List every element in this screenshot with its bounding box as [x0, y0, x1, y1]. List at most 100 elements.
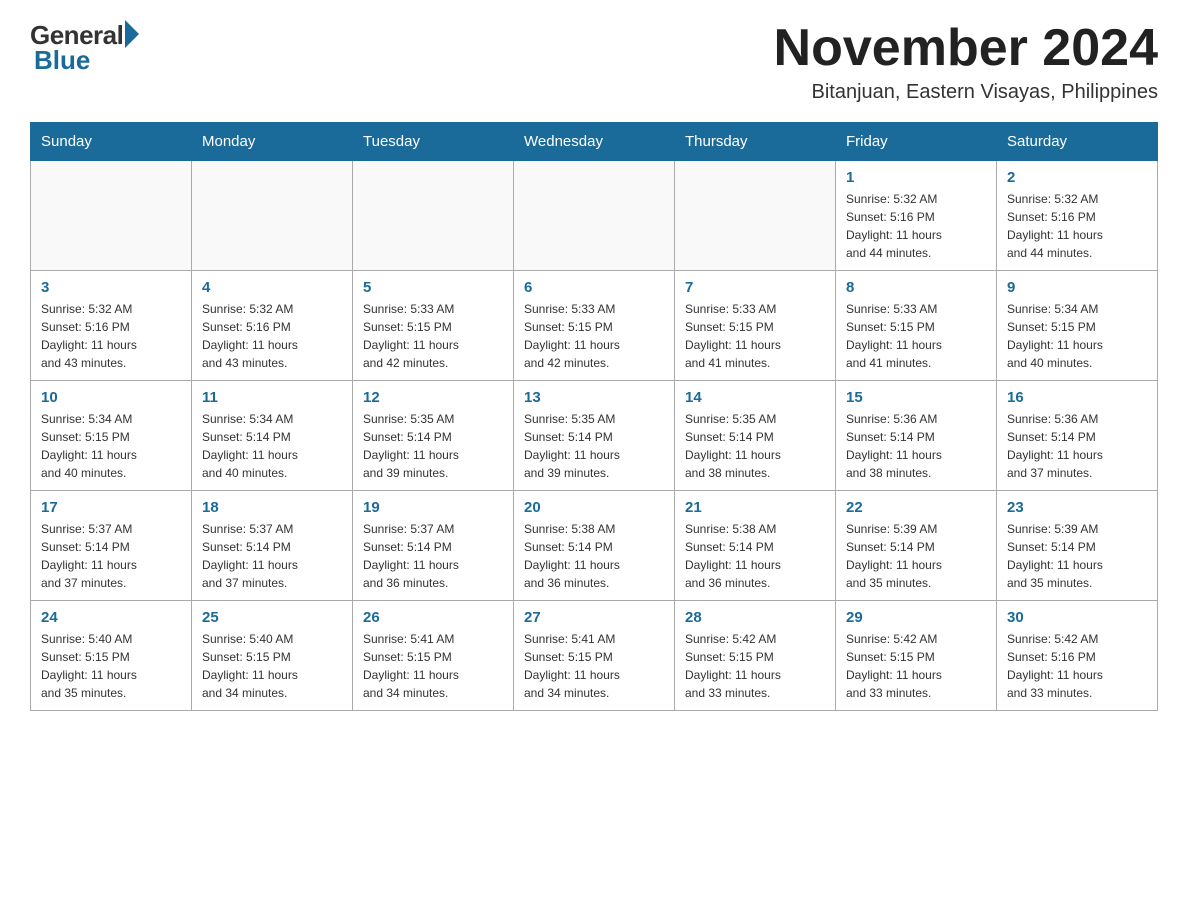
calendar-week-row: 10 Sunrise: 5:34 AMSunset: 5:15 PMDayligh…	[31, 381, 1158, 491]
header-cell-saturday: Saturday	[997, 123, 1158, 161]
day-info: Sunrise: 5:41 AMSunset: 5:15 PMDaylight:…	[524, 630, 664, 702]
day-number: 25	[202, 609, 342, 626]
calendar-week-row: 1 Sunrise: 5:32 AMSunset: 5:16 PMDaylight…	[31, 161, 1158, 271]
calendar-cell	[192, 161, 353, 271]
header-cell-monday: Monday	[192, 123, 353, 161]
calendar-cell: 16 Sunrise: 5:36 AMSunset: 5:14 PMDayligh…	[997, 381, 1158, 491]
day-number: 21	[685, 499, 825, 516]
logo: General Blue	[30, 20, 139, 76]
day-number: 3	[41, 279, 181, 296]
calendar-cell	[353, 161, 514, 271]
day-info: Sunrise: 5:32 AMSunset: 5:16 PMDaylight:…	[846, 190, 986, 262]
day-number: 4	[202, 279, 342, 296]
day-number: 16	[1007, 389, 1147, 406]
day-info: Sunrise: 5:36 AMSunset: 5:14 PMDaylight:…	[846, 410, 986, 482]
calendar-week-row: 3 Sunrise: 5:32 AMSunset: 5:16 PMDaylight…	[31, 271, 1158, 381]
calendar-cell: 30 Sunrise: 5:42 AMSunset: 5:16 PMDayligh…	[997, 601, 1158, 711]
day-info: Sunrise: 5:34 AMSunset: 5:15 PMDaylight:…	[1007, 300, 1147, 372]
day-info: Sunrise: 5:40 AMSunset: 5:15 PMDaylight:…	[202, 630, 342, 702]
day-number: 18	[202, 499, 342, 516]
calendar-cell: 27Sunrise: 5:41 AMSunset: 5:15 PMDayligh…	[514, 601, 675, 711]
calendar-cell: 19 Sunrise: 5:37 AMSunset: 5:14 PMDayligh…	[353, 491, 514, 601]
title-area: November 2024 Bitanjuan, Eastern Visayas…	[774, 20, 1158, 104]
day-info: Sunrise: 5:33 AMSunset: 5:15 PMDaylight:…	[524, 300, 664, 372]
day-info: Sunrise: 5:35 AMSunset: 5:14 PMDaylight:…	[524, 410, 664, 482]
calendar-cell: 18 Sunrise: 5:37 AMSunset: 5:14 PMDayligh…	[192, 491, 353, 601]
header-cell-tuesday: Tuesday	[353, 123, 514, 161]
calendar-cell	[675, 161, 836, 271]
day-number: 17	[41, 499, 181, 516]
day-number: 22	[846, 499, 986, 516]
day-info: Sunrise: 5:34 AMSunset: 5:15 PMDaylight:…	[41, 410, 181, 482]
day-info: Sunrise: 5:36 AMSunset: 5:14 PMDaylight:…	[1007, 410, 1147, 482]
calendar-table: SundayMondayTuesdayWednesdayThursdayFrid…	[30, 122, 1158, 711]
day-number: 7	[685, 279, 825, 296]
header-cell-friday: Friday	[836, 123, 997, 161]
header-cell-sunday: Sunday	[31, 123, 192, 161]
calendar-cell: 26 Sunrise: 5:41 AMSunset: 5:15 PMDayligh…	[353, 601, 514, 711]
day-info: Sunrise: 5:37 AMSunset: 5:14 PMDaylight:…	[202, 520, 342, 592]
day-info: Sunrise: 5:35 AMSunset: 5:14 PMDaylight:…	[685, 410, 825, 482]
day-number: 24	[41, 609, 181, 626]
day-number: 5	[363, 279, 503, 296]
calendar-cell: 9Sunrise: 5:34 AMSunset: 5:15 PMDaylight…	[997, 271, 1158, 381]
logo-triangle-icon	[125, 20, 139, 48]
calendar-cell: 12 Sunrise: 5:35 AMSunset: 5:14 PMDayligh…	[353, 381, 514, 491]
calendar-cell: 4 Sunrise: 5:32 AMSunset: 5:16 PMDaylight…	[192, 271, 353, 381]
calendar-week-row: 24 Sunrise: 5:40 AMSunset: 5:15 PMDayligh…	[31, 601, 1158, 711]
calendar-cell: 25 Sunrise: 5:40 AMSunset: 5:15 PMDayligh…	[192, 601, 353, 711]
day-info: Sunrise: 5:42 AMSunset: 5:15 PMDaylight:…	[846, 630, 986, 702]
calendar-cell: 24 Sunrise: 5:40 AMSunset: 5:15 PMDayligh…	[31, 601, 192, 711]
calendar-cell: 15 Sunrise: 5:36 AMSunset: 5:14 PMDayligh…	[836, 381, 997, 491]
month-title: November 2024	[774, 20, 1158, 77]
day-number: 6	[524, 279, 664, 296]
day-info: Sunrise: 5:32 AMSunset: 5:16 PMDaylight:…	[1007, 190, 1147, 262]
day-info: Sunrise: 5:37 AMSunset: 5:14 PMDaylight:…	[363, 520, 503, 592]
calendar-cell: 13 Sunrise: 5:35 AMSunset: 5:14 PMDayligh…	[514, 381, 675, 491]
calendar-cell: 14Sunrise: 5:35 AMSunset: 5:14 PMDayligh…	[675, 381, 836, 491]
day-number: 19	[363, 499, 503, 516]
calendar-cell: 7Sunrise: 5:33 AMSunset: 5:15 PMDaylight…	[675, 271, 836, 381]
day-info: Sunrise: 5:38 AMSunset: 5:14 PMDaylight:…	[685, 520, 825, 592]
day-info: Sunrise: 5:33 AMSunset: 5:15 PMDaylight:…	[363, 300, 503, 372]
day-info: Sunrise: 5:39 AMSunset: 5:14 PMDaylight:…	[1007, 520, 1147, 592]
day-number: 29	[846, 609, 986, 626]
calendar-cell: 1 Sunrise: 5:32 AMSunset: 5:16 PMDaylight…	[836, 161, 997, 271]
day-number: 11	[202, 389, 342, 406]
day-info: Sunrise: 5:39 AMSunset: 5:14 PMDaylight:…	[846, 520, 986, 592]
calendar-cell: 6 Sunrise: 5:33 AMSunset: 5:15 PMDaylight…	[514, 271, 675, 381]
calendar-cell: 17Sunrise: 5:37 AMSunset: 5:14 PMDayligh…	[31, 491, 192, 601]
day-number: 10	[41, 389, 181, 406]
day-info: Sunrise: 5:32 AMSunset: 5:16 PMDaylight:…	[202, 300, 342, 372]
calendar-week-row: 17 Sunrise: 5:37 AMSunset: 5:14 PMDayligh…	[31, 491, 1158, 601]
day-number: 30	[1007, 609, 1147, 626]
location-title: Bitanjuan, Eastern Visayas, Philippines	[774, 81, 1158, 104]
day-number: 15	[846, 389, 986, 406]
calendar-cell: 21 Sunrise: 5:38 AMSunset: 5:14 PMDayligh…	[675, 491, 836, 601]
calendar-cell: 11Sunrise: 5:34 AMSunset: 5:14 PMDayligh…	[192, 381, 353, 491]
day-info: Sunrise: 5:40 AMSunset: 5:15 PMDaylight:…	[41, 630, 181, 702]
day-number: 13	[524, 389, 664, 406]
calendar-header-row: SundayMondayTuesdayWednesdayThursdayFrid…	[31, 123, 1158, 161]
day-number: 23	[1007, 499, 1147, 516]
day-number: 2	[1007, 169, 1147, 186]
day-number: 8	[846, 279, 986, 296]
day-info: Sunrise: 5:38 AMSunset: 5:14 PMDaylight:…	[524, 520, 664, 592]
calendar-cell	[514, 161, 675, 271]
day-info: Sunrise: 5:42 AMSunset: 5:15 PMDaylight:…	[685, 630, 825, 702]
day-number: 26	[363, 609, 503, 626]
calendar-cell: 28 Sunrise: 5:42 AMSunset: 5:15 PMDayligh…	[675, 601, 836, 711]
header-cell-wednesday: Wednesday	[514, 123, 675, 161]
calendar-cell	[31, 161, 192, 271]
header-cell-thursday: Thursday	[675, 123, 836, 161]
day-number: 1	[846, 169, 986, 186]
day-info: Sunrise: 5:42 AMSunset: 5:16 PMDaylight:…	[1007, 630, 1147, 702]
calendar-cell: 8Sunrise: 5:33 AMSunset: 5:15 PMDaylight…	[836, 271, 997, 381]
calendar-cell: 5 Sunrise: 5:33 AMSunset: 5:15 PMDaylight…	[353, 271, 514, 381]
day-number: 28	[685, 609, 825, 626]
day-info: Sunrise: 5:35 AMSunset: 5:14 PMDaylight:…	[363, 410, 503, 482]
calendar-cell: 20Sunrise: 5:38 AMSunset: 5:14 PMDayligh…	[514, 491, 675, 601]
day-info: Sunrise: 5:41 AMSunset: 5:15 PMDaylight:…	[363, 630, 503, 702]
day-number: 12	[363, 389, 503, 406]
page-header: General Blue November 2024 Bitanjuan, Ea…	[30, 20, 1158, 104]
